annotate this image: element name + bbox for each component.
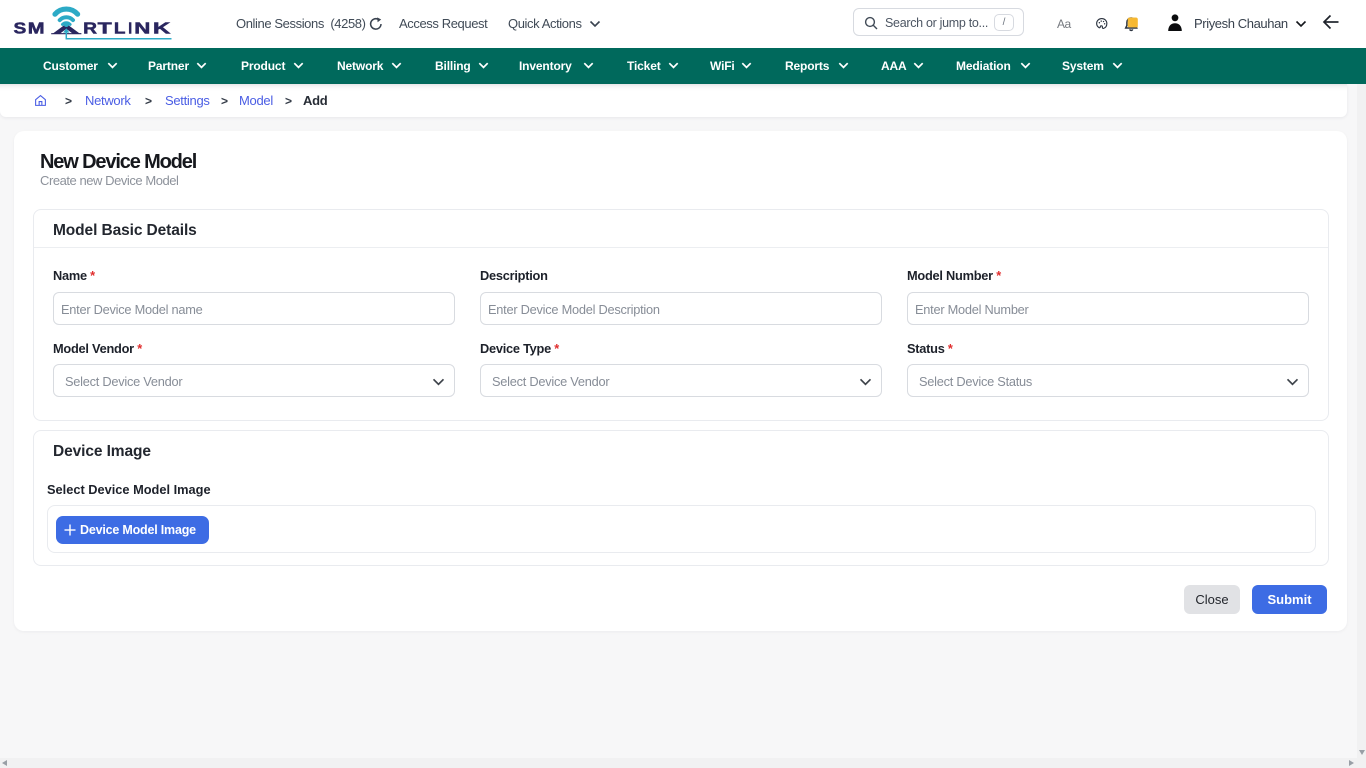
- svg-text:K: K: [153, 21, 172, 38]
- svg-text:I: I: [128, 21, 132, 38]
- svg-text:M: M: [28, 21, 45, 38]
- svg-text:N: N: [134, 21, 150, 38]
- svg-text:T: T: [98, 21, 113, 38]
- svg-text:S: S: [14, 21, 27, 38]
- svg-text:L: L: [114, 21, 126, 38]
- svg-text:R: R: [83, 21, 97, 38]
